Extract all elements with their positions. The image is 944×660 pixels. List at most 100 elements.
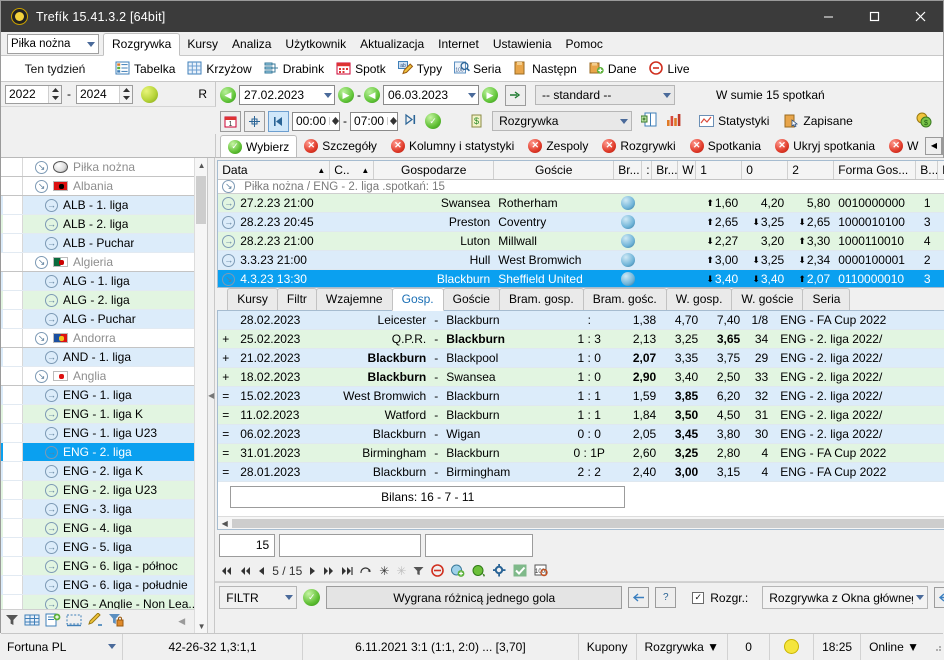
table-row[interactable]: 28.02.2023Leicester-Blackburn:1,384,707,… — [218, 311, 944, 330]
tree-group-item[interactable]: ↘Algieria — [1, 253, 207, 272]
tree-scroll-down-icon[interactable]: ▼ — [195, 619, 208, 633]
matches-col-header[interactable]: B... — [916, 161, 938, 179]
tree-group-item[interactable]: ↘Albania — [1, 177, 207, 196]
ribbon-seria-button[interactable]: 100Seria — [448, 59, 507, 78]
tree-group-item[interactable]: ↘Andorra — [1, 329, 207, 348]
matches-col-header[interactable]: Br... — [652, 161, 678, 179]
tab-szczeg-y[interactable]: ✕Szczegóły — [297, 137, 384, 155]
nav-last-icon[interactable] — [341, 566, 353, 576]
apply-season-ball-icon[interactable] — [141, 86, 158, 103]
tree-league-item[interactable]: →ALG - 1. liga — [1, 272, 207, 291]
panel-splitter[interactable]: ◀ — [208, 158, 215, 633]
check-circle-icon[interactable]: ✓ — [228, 140, 242, 154]
tree-row-content[interactable]: →ALB - 2. liga — [23, 215, 207, 233]
tab-kolumny-i-statystyki[interactable]: ✕Kolumny i statystyki — [384, 137, 521, 155]
close-circle-icon[interactable]: ✕ — [528, 139, 542, 153]
detail-tab-wzajemne[interactable]: Wzajemne — [316, 288, 393, 311]
tree-league-item[interactable]: →ALB - 1. liga — [1, 196, 207, 215]
tree-row-content[interactable]: →ENG - Anglie - Non Lea... — [23, 595, 207, 609]
season-from-input[interactable] — [6, 86, 48, 103]
tree-row-content[interactable]: →ENG - 4. liga — [23, 519, 207, 537]
tree-row-content[interactable]: →ALG - 2. liga — [23, 291, 207, 309]
filter-description-button[interactable]: Wygrana różnicą jednego gola — [326, 586, 622, 609]
saved-button[interactable]: Zapisane — [778, 112, 858, 131]
row-expand-icon[interactable]: → — [222, 197, 235, 210]
collapse-arrow-icon[interactable]: ↘ — [35, 180, 48, 193]
tree-pager-left-icon[interactable]: ◀ — [178, 616, 185, 627]
standard-select[interactable]: -- standard -- — [535, 85, 675, 105]
season-to-input[interactable] — [77, 86, 119, 103]
matches-col-header[interactable]: B... — [938, 161, 944, 179]
tree-row-content[interactable]: →ENG - 2. liga — [23, 443, 207, 461]
expand-arrow-icon[interactable]: → — [45, 541, 58, 554]
tree-league-item[interactable]: →ALG - 2. liga — [1, 291, 207, 310]
team-history-body[interactable]: 28.02.2023Leicester-Blackburn:1,384,707,… — [218, 311, 944, 482]
nav-star-icon[interactable]: ✳ — [379, 564, 389, 578]
filter-select[interactable]: FILTR — [219, 586, 297, 609]
mode-select[interactable]: Rozgrywka — [492, 111, 632, 131]
table-row[interactable]: →28.2.23 21:00LutonMillwall⬇2,273,20⬆3,3… — [218, 232, 944, 251]
tree-scroll-up-icon[interactable]: ▲ — [195, 158, 208, 172]
nav-refresh-icon[interactable] — [360, 566, 372, 576]
close-circle-icon[interactable]: ✕ — [391, 139, 405, 153]
expand-arrow-icon[interactable]: → — [45, 313, 58, 326]
matches-group-row[interactable]: ↘ Piłka nożna / ENG - 2. liga .spotkań: … — [218, 180, 944, 194]
tab-zespoly[interactable]: ✕Zespoly — [521, 137, 595, 155]
tree-scrollbar[interactable]: ▲ ▼ — [194, 158, 207, 633]
tree-row-content[interactable]: ↘Algieria — [23, 253, 207, 271]
tree-group-item[interactable]: ↘Piłka nożna — [1, 158, 207, 177]
time-start-icon[interactable] — [268, 111, 289, 132]
hscroll-thumb[interactable] — [232, 519, 944, 528]
tree-league-item[interactable]: →ENG - 6. liga - północ — [1, 557, 207, 576]
hscroll-left-icon[interactable]: ◀ — [218, 519, 231, 528]
detail-tab-filtr[interactable]: Filtr — [277, 288, 317, 311]
season-to-spinner[interactable] — [76, 85, 133, 104]
expand-arrow-icon[interactable]: → — [45, 237, 58, 250]
collapse-arrow-icon[interactable]: ↘ — [35, 161, 48, 174]
tab-wybierz[interactable]: ✓Wybierz — [220, 135, 297, 158]
tree-row-content[interactable]: →ENG - 2. liga K — [23, 462, 207, 480]
expand-arrow-icon[interactable]: → — [45, 199, 58, 212]
globe-icon[interactable] — [621, 234, 635, 248]
matches-grid[interactable]: Data▲C..▲GospodarzeGościeBr...:Br...W102… — [217, 160, 944, 288]
detail-tab-seria[interactable]: Seria — [802, 288, 850, 311]
funnel-icon[interactable] — [5, 613, 19, 630]
collapse-arrow-icon[interactable]: ↘ — [35, 332, 48, 345]
tree-row-content[interactable]: ↘Andorra — [23, 329, 207, 347]
table-row[interactable]: =31.01.2023Birmingham-Blackburn0 : 1P2,6… — [218, 444, 944, 463]
tree-league-item[interactable]: →ENG - 2. liga K — [1, 462, 207, 481]
tree-league-item[interactable]: →ENG - Anglie - Non Lea... — [1, 595, 207, 609]
tree-row-content[interactable]: →ENG - 6. liga - południe — [23, 576, 207, 594]
filter-apply-icon[interactable]: ✓ — [303, 589, 320, 606]
collapse-arrow-icon[interactable]: ↘ — [35, 370, 48, 383]
new-document-icon[interactable] — [45, 613, 61, 630]
date-from-input[interactable]: 27.02.2023 — [239, 85, 335, 105]
table-row[interactable]: →28.2.23 20:45PrestonCoventry⬆2,65⬇3,25⬇… — [218, 213, 944, 232]
status-ball[interactable] — [770, 634, 814, 660]
tree-scroll-thumb[interactable] — [196, 176, 206, 224]
close-circle-icon[interactable]: ✕ — [690, 139, 704, 153]
collapse-icon[interactable]: ↘ — [222, 180, 235, 193]
expand-arrow-icon[interactable]: → — [45, 522, 58, 535]
matches-col-header[interactable]: : — [642, 161, 652, 179]
expand-arrow-icon[interactable]: → — [45, 579, 58, 592]
nav-next-page-icon[interactable] — [323, 566, 334, 576]
globe-icon[interactable] — [621, 253, 635, 267]
money-icon[interactable]: $ — [466, 111, 487, 132]
coupons-button[interactable]: Kupony — [579, 634, 637, 660]
tree-league-item[interactable]: →ALB - Puchar — [1, 234, 207, 253]
table-row[interactable]: +21.02.2023Blackburn-Blackpool1 : 02,073… — [218, 349, 944, 368]
team-history-grid[interactable]: 28.02.2023Leicester-Blackburn:1,384,707,… — [217, 310, 944, 530]
table-row[interactable]: =15.02.2023West Bromwich-Blackburn1 : 11… — [218, 387, 944, 406]
expand-arrow-icon[interactable]: → — [45, 294, 58, 307]
sport-select[interactable]: Piłka nożna — [7, 34, 99, 54]
collapse-arrow-icon[interactable]: ↘ — [35, 256, 48, 269]
table-icon[interactable] — [24, 613, 40, 630]
tab-scroll-right-icon[interactable]: ▶ — [942, 137, 943, 155]
bar-chart-icon[interactable] — [666, 112, 682, 130]
season-from-spinner[interactable] — [5, 85, 62, 104]
tab-scroll-left-icon[interactable]: ◀ — [925, 137, 942, 155]
nav-first-icon[interactable] — [221, 566, 233, 576]
detail-tab-go-cie[interactable]: Goście — [443, 288, 500, 311]
tree-row-content[interactable]: →ENG - 1. liga K — [23, 405, 207, 423]
